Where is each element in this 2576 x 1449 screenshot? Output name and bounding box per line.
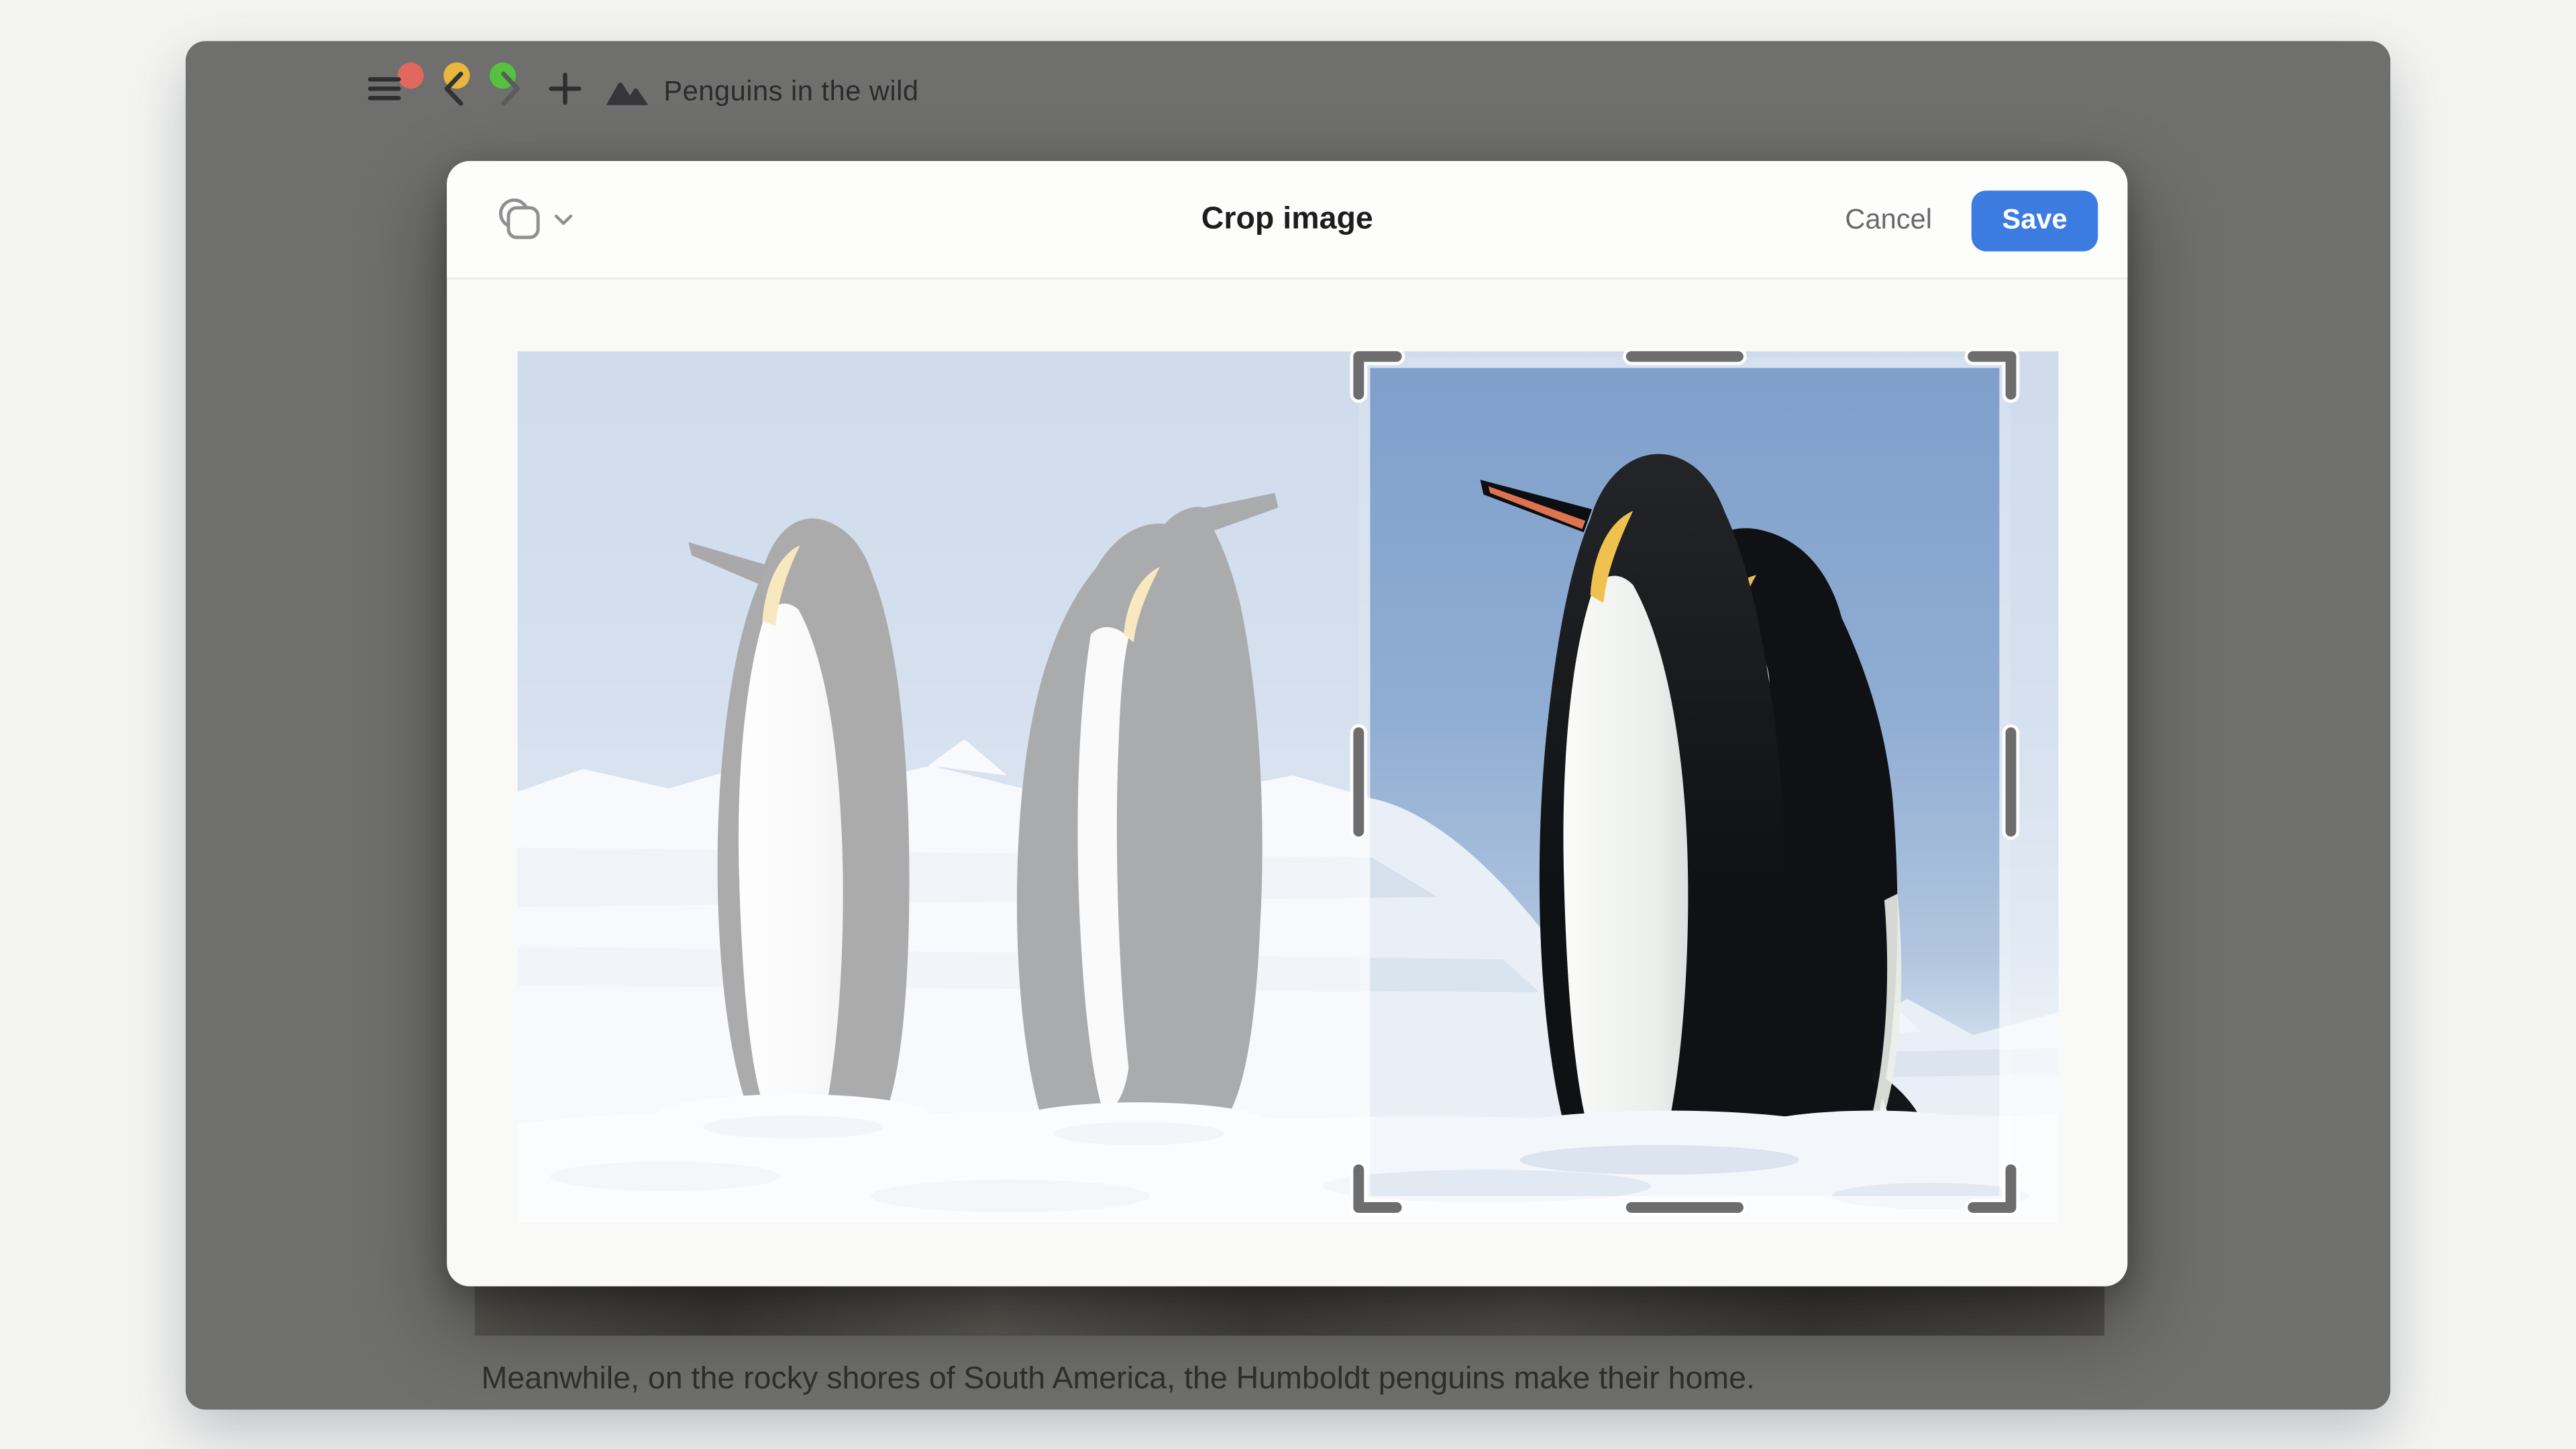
forward-icon [499, 70, 522, 107]
aspect-ratio-icon [496, 197, 545, 244]
aspect-ratio-button[interactable] [496, 194, 578, 246]
document-caption: Meanwhile, on the rocky shores of South … [482, 1362, 2125, 1398]
cancel-button[interactable]: Cancel [1845, 204, 1932, 237]
plus-icon [549, 72, 582, 105]
add-button[interactable] [541, 67, 590, 110]
crop-modal: Crop image Cancel Save [447, 161, 2127, 1287]
document-image-strip [475, 1287, 2104, 1336]
window-title: Penguins in the wild [663, 76, 918, 109]
note-image-icon [603, 70, 652, 113]
back-icon [442, 70, 465, 107]
handle-halos [1358, 356, 2010, 1208]
photo-canvas [517, 352, 2058, 1222]
chevron-down-icon [553, 213, 573, 227]
menu-button[interactable] [360, 67, 409, 110]
save-button[interactable]: Save [1972, 190, 2098, 251]
crop-selection-area[interactable] [1364, 362, 2005, 1201]
crop-selection-overlay [517, 352, 2058, 1222]
back-button[interactable] [429, 67, 478, 110]
crop-modal-body [447, 281, 2127, 1287]
window-titlebar: Penguins in the wild [186, 41, 2391, 143]
forward-button[interactable] [486, 67, 535, 110]
menu-icon [366, 74, 402, 103]
desktop: Penguins in the wild Meanwhile, on the r… [0, 0, 2576, 1449]
crop-modal-header: Crop image Cancel Save [447, 161, 2127, 279]
